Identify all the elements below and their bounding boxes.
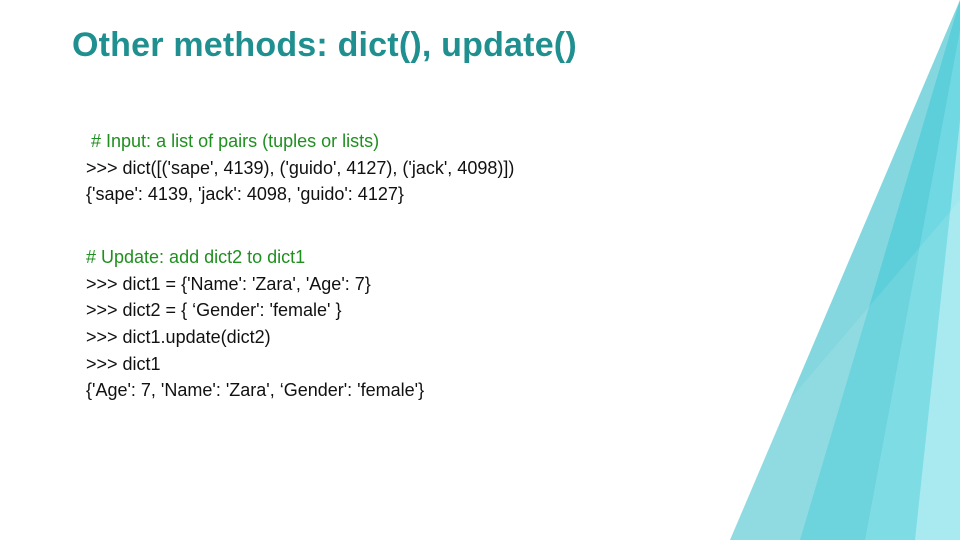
code-line: >>> dict1 = {'Name': 'Zara', 'Age': 7} <box>86 271 424 298</box>
comment-line: # Input: a list of pairs (tuples or list… <box>91 131 379 151</box>
code-line: {'sape': 4139, 'jack': 4098, 'guido': 41… <box>86 181 514 208</box>
code-line: >>> dict1.update(dict2) <box>86 324 424 351</box>
code-line: # Input: a list of pairs (tuples or list… <box>86 128 514 155</box>
code-block-update: # Update: add dict2 to dict1 >>> dict1 =… <box>86 244 424 404</box>
decorative-triangles <box>660 0 960 540</box>
slide-title: Other methods: dict(), update() <box>72 26 577 65</box>
code-line: >>> dict2 = { ‘Gender': 'female' } <box>86 297 424 324</box>
code-block-dict: # Input: a list of pairs (tuples or list… <box>86 128 514 208</box>
comment-line: # Update: add dict2 to dict1 <box>86 244 424 271</box>
code-line: >>> dict1 <box>86 351 424 378</box>
code-line: {'Age': 7, 'Name': 'Zara', ‘Gender': 'fe… <box>86 377 424 404</box>
slide: Other methods: dict(), update() # Input:… <box>0 0 960 540</box>
code-line: >>> dict([('sape', 4139), ('guido', 4127… <box>86 155 514 182</box>
